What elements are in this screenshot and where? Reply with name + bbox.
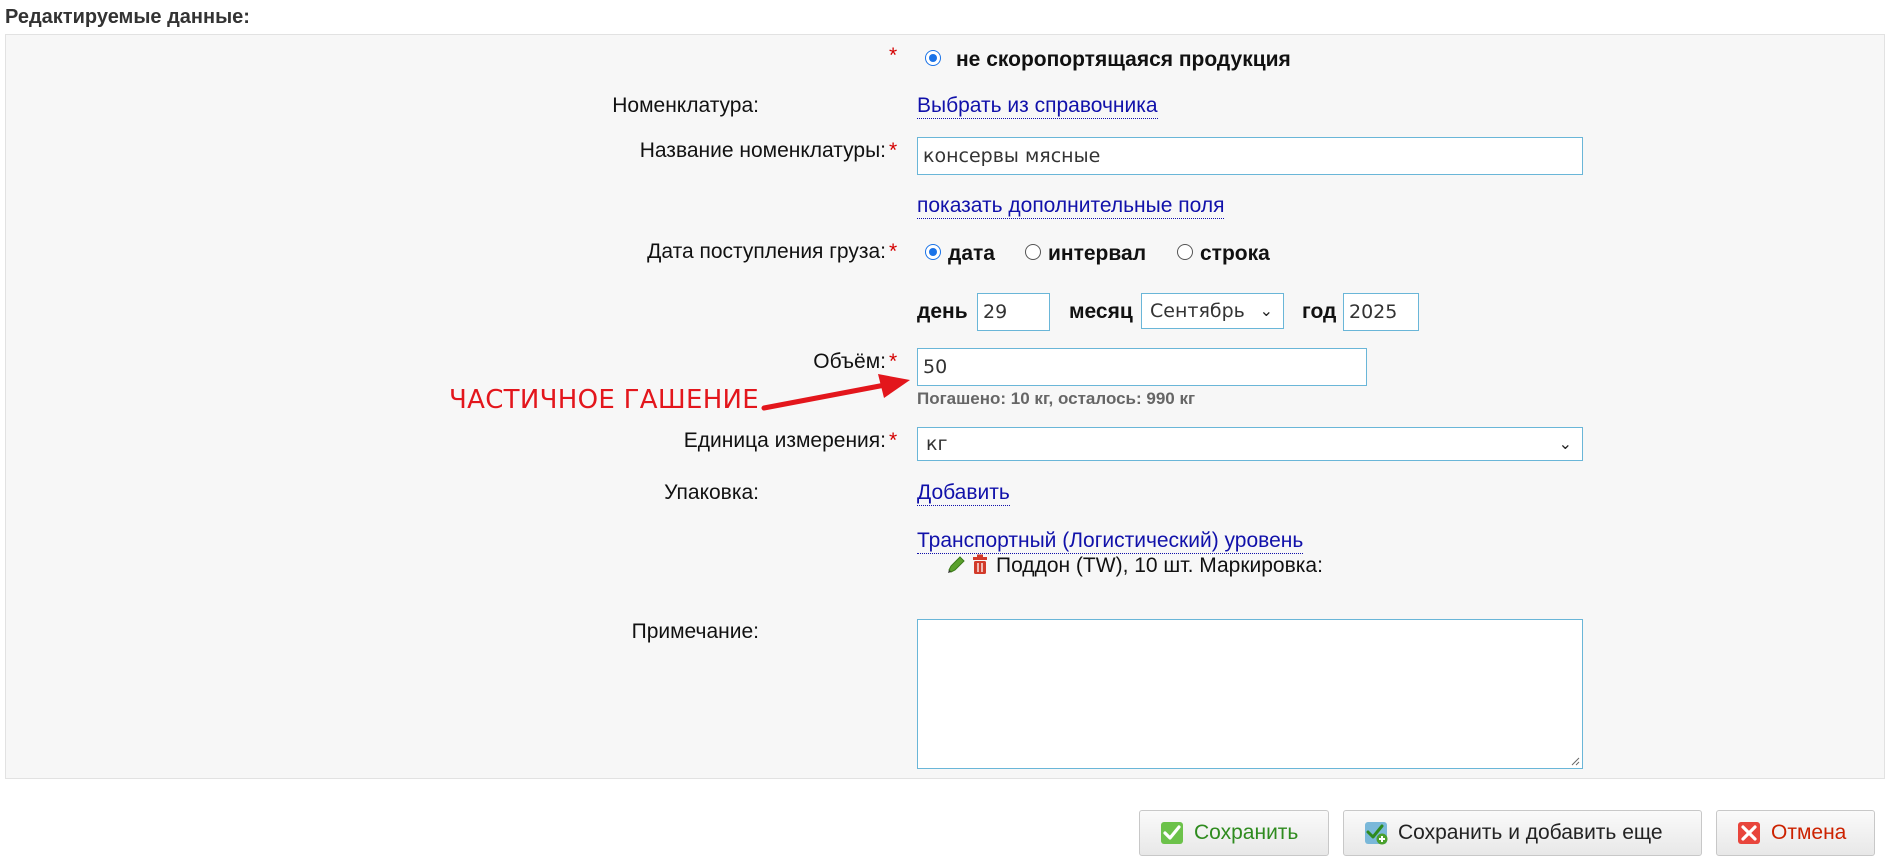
year-label: год <box>1302 300 1337 323</box>
cancel-button-label: Отмена <box>1771 821 1847 844</box>
cancel-button[interactable]: Отмена <box>1716 810 1875 856</box>
date-mode-radio-date[interactable] <box>925 244 941 260</box>
volume-input[interactable] <box>917 348 1367 386</box>
x-icon <box>1738 822 1760 844</box>
date-mode-label-string: строка <box>1200 242 1270 265</box>
annotation-text: ЧАСТИЧНОЕ ГАШЕНИЕ <box>449 385 760 415</box>
check-icon <box>1161 822 1183 844</box>
pencil-icon[interactable] <box>946 555 966 575</box>
required-mark: * <box>889 429 898 452</box>
date-mode-radio-interval[interactable] <box>1025 244 1041 260</box>
resize-grip-icon[interactable] <box>1570 756 1580 766</box>
show-extra-fields-link[interactable]: показать дополнительные поля <box>917 194 1225 219</box>
required-mark: * <box>889 240 898 263</box>
date-mode-label-interval: интервал <box>1048 242 1147 265</box>
save-and-add-button[interactable]: Сохранить и добавить еще <box>1343 810 1702 856</box>
arrival-date-label: Дата поступления груза: <box>647 240 886 263</box>
month-select[interactable]: Сентябрь ⌄ <box>1141 293 1284 329</box>
day-input[interactable] <box>977 293 1050 331</box>
nomenclature-name-input[interactable] <box>917 137 1583 175</box>
month-label: месяц <box>1069 300 1133 323</box>
choose-from-catalog-link[interactable]: Выбрать из справочника <box>917 94 1158 119</box>
packaging-item-text: Поддон (TW), 10 шт. Маркировка: <box>996 554 1323 577</box>
product-type-radio[interactable] <box>925 50 941 66</box>
save-button-label: Сохранить <box>1194 821 1299 844</box>
chevron-down-icon: ⌄ <box>1558 434 1572 453</box>
annotation-arrow-icon <box>761 374 910 411</box>
nomenclature-name-label: Название номенклатуры: <box>639 139 886 162</box>
check-add-icon <box>1365 822 1388 845</box>
month-selected-value: Сентябрь <box>1150 300 1245 322</box>
required-mark: * <box>889 44 898 67</box>
year-input[interactable] <box>1343 293 1419 331</box>
packaging-label: Упаковка: <box>664 481 759 504</box>
add-packaging-link[interactable]: Добавить <box>917 481 1010 506</box>
note-label: Примечание: <box>631 620 759 643</box>
note-textarea[interactable] <box>917 619 1583 769</box>
required-mark: * <box>889 350 898 373</box>
day-label: день <box>917 300 968 323</box>
volume-hint: Погашено: 10 кг, осталось: 990 кг <box>917 389 1196 408</box>
required-mark: * <box>889 139 898 162</box>
volume-label: Объём: <box>813 350 886 373</box>
date-mode-radio-string[interactable] <box>1177 244 1193 260</box>
chevron-down-icon: ⌄ <box>1259 301 1273 320</box>
date-mode-label-date: дата <box>948 242 995 265</box>
trash-icon[interactable] <box>971 554 989 575</box>
save-button[interactable]: Сохранить <box>1139 810 1329 856</box>
unit-label: Единица измерения: <box>683 429 886 452</box>
packaging-level-link[interactable]: Транспортный (Логистический) уровень <box>917 529 1304 554</box>
nomenclature-label: Номенклатура: <box>612 94 759 117</box>
unit-selected-value: кг <box>926 433 948 455</box>
product-type-label: не скоропортящаяся продукция <box>956 48 1291 71</box>
section-title: Редактируемые данные: <box>5 6 250 28</box>
save-and-add-button-label: Сохранить и добавить еще <box>1398 821 1663 844</box>
unit-select[interactable]: кг ⌄ <box>917 427 1583 461</box>
